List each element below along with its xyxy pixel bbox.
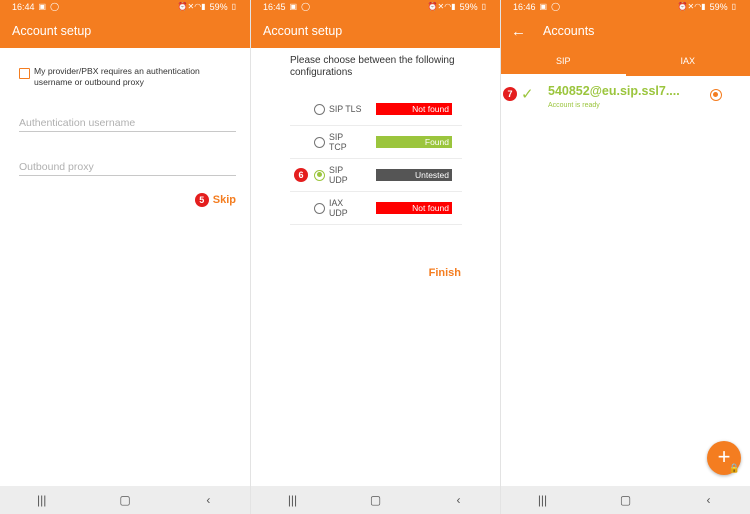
config-status-badge: Not found bbox=[376, 103, 452, 115]
status-bar: 16:44 ▣ ◯ ⏰✕◠▮ 59% ▯ bbox=[0, 0, 250, 14]
screen-account-setup-credentials: 16:44 ▣ ◯ ⏰✕◠▮ 59% ▯ Account setup My provid… bbox=[0, 0, 250, 514]
tab-sip[interactable]: SIP bbox=[501, 48, 626, 76]
checkmark-icon: ✓ bbox=[521, 86, 534, 103]
page-title: Account setup bbox=[263, 24, 343, 38]
signal-icons: ⏰✕◠▮ bbox=[677, 2, 706, 11]
whatsapp-icon: ◯ bbox=[301, 2, 311, 11]
auth-username-input[interactable] bbox=[19, 117, 236, 129]
outbound-proxy-input[interactable] bbox=[19, 161, 236, 173]
battery-icon: ▯ bbox=[231, 2, 236, 11]
finish-row: Finish bbox=[251, 267, 500, 279]
config-status-badge: Found bbox=[376, 136, 452, 148]
config-radio[interactable] bbox=[314, 136, 325, 148]
gallery-icon: ▣ bbox=[539, 2, 548, 11]
auth-checkbox-label: My provider/PBX requires an authenticati… bbox=[34, 66, 200, 87]
page-title: Accounts bbox=[543, 24, 595, 38]
tab-iax[interactable]: IAX bbox=[626, 48, 750, 76]
battery-icon: ▯ bbox=[731, 2, 736, 11]
recents-icon[interactable]: ||| bbox=[22, 493, 62, 507]
config-name: SIP UDP bbox=[329, 165, 348, 185]
signal-icons: ⏰✕◠▮ bbox=[177, 2, 206, 11]
account-list-item[interactable]: 7 ✓ 540852@eu.sip.ssl7.... Account is re… bbox=[501, 82, 750, 120]
step-badge: 6 bbox=[294, 168, 308, 182]
config-name: SIP TLS bbox=[329, 104, 362, 114]
signal-icons: ⏰✕◠▮ bbox=[427, 2, 456, 11]
clock: 16:45 bbox=[263, 2, 286, 12]
recents-icon[interactable]: ||| bbox=[523, 493, 563, 507]
system-nav-bar: ||| ▢ ‹ bbox=[251, 486, 500, 514]
gallery-icon: ▣ bbox=[38, 2, 47, 11]
finish-button[interactable]: Finish bbox=[429, 267, 461, 279]
screen-accounts: 16:46 ▣ ◯ ⏰✕◠▮ 59% ▯ ← Accounts SIP IAX 7 ✓ … bbox=[500, 0, 750, 514]
step-badge: 7 bbox=[503, 87, 517, 101]
app-bar: Account setup bbox=[0, 14, 250, 48]
auth-username-field[interactable] bbox=[19, 108, 236, 132]
gallery-icon: ▣ bbox=[289, 2, 298, 11]
home-icon[interactable]: ▢ bbox=[105, 493, 145, 507]
app-bar: ← Accounts bbox=[501, 14, 750, 48]
account-default-radio[interactable] bbox=[710, 89, 722, 101]
add-account-button[interactable]: + 🔒 bbox=[707, 441, 741, 475]
account-name: 540852@eu.sip.ssl7.... bbox=[548, 84, 680, 98]
config-name: IAX UDP bbox=[329, 198, 348, 218]
back-arrow-icon[interactable]: ← bbox=[511, 23, 526, 40]
config-status-badge: Untested bbox=[376, 169, 452, 181]
config-radio[interactable] bbox=[314, 202, 325, 214]
instruction-text: Please choose between the following conf… bbox=[290, 55, 455, 78]
config-row-sip-tcp[interactable]: SIP TCP Found bbox=[290, 126, 462, 159]
battery-icon: ▯ bbox=[481, 2, 486, 11]
recents-icon[interactable]: ||| bbox=[273, 493, 313, 507]
auth-checkbox-row[interactable]: My provider/PBX requires an authenticati… bbox=[0, 48, 250, 88]
outbound-proxy-field[interactable] bbox=[19, 152, 236, 176]
auth-checkbox[interactable] bbox=[19, 68, 30, 79]
battery-level: 59% bbox=[709, 2, 728, 12]
whatsapp-icon: ◯ bbox=[50, 2, 60, 11]
back-icon[interactable]: ‹ bbox=[689, 493, 729, 507]
battery-level: 59% bbox=[209, 2, 228, 12]
skip-button[interactable]: Skip bbox=[213, 194, 236, 206]
config-row-iax-udp[interactable]: IAX UDP Not found bbox=[290, 192, 462, 225]
clock: 16:46 bbox=[513, 2, 536, 12]
system-nav-bar: ||| ▢ ‹ bbox=[501, 486, 750, 514]
tab-bar: SIP IAX bbox=[501, 48, 750, 76]
app-bar: Account setup bbox=[251, 14, 500, 48]
lock-icon: 🔒 bbox=[728, 463, 740, 473]
config-row-sip-tls[interactable]: SIP TLS Not found bbox=[290, 93, 462, 126]
config-row-sip-udp[interactable]: 6 SIP UDP Untested bbox=[290, 159, 462, 192]
config-name: SIP TCP bbox=[329, 132, 347, 152]
config-radio-selected[interactable] bbox=[314, 169, 325, 181]
account-status: Account is ready bbox=[548, 102, 600, 109]
config-radio[interactable] bbox=[314, 103, 325, 115]
whatsapp-icon: ◯ bbox=[551, 2, 561, 11]
skip-row: 5 Skip bbox=[0, 193, 250, 207]
clock: 16:44 bbox=[12, 2, 35, 12]
step-badge: 5 bbox=[194, 193, 209, 207]
status-bar: 16:45 ▣ ◯ ⏰✕◠▮ 59% ▯ bbox=[251, 0, 500, 14]
config-status-badge: Not found bbox=[376, 202, 452, 214]
screen-account-setup-configurations: 16:45 ▣ ◯ ⏰✕◠▮ 59% ▯ Account setup Please ch… bbox=[250, 0, 500, 514]
config-list: SIP TLS Not found SIP TCP Found 6 SIP UDP … bbox=[290, 93, 462, 225]
home-icon[interactable]: ▢ bbox=[356, 493, 396, 507]
page-title: Account setup bbox=[12, 24, 92, 38]
status-bar: 16:46 ▣ ◯ ⏰✕◠▮ 59% ▯ bbox=[501, 0, 750, 14]
system-nav-bar: ||| ▢ ‹ bbox=[0, 486, 250, 514]
back-icon[interactable]: ‹ bbox=[188, 493, 228, 507]
home-icon[interactable]: ▢ bbox=[606, 493, 646, 507]
back-icon[interactable]: ‹ bbox=[439, 493, 479, 507]
battery-level: 59% bbox=[459, 2, 478, 12]
